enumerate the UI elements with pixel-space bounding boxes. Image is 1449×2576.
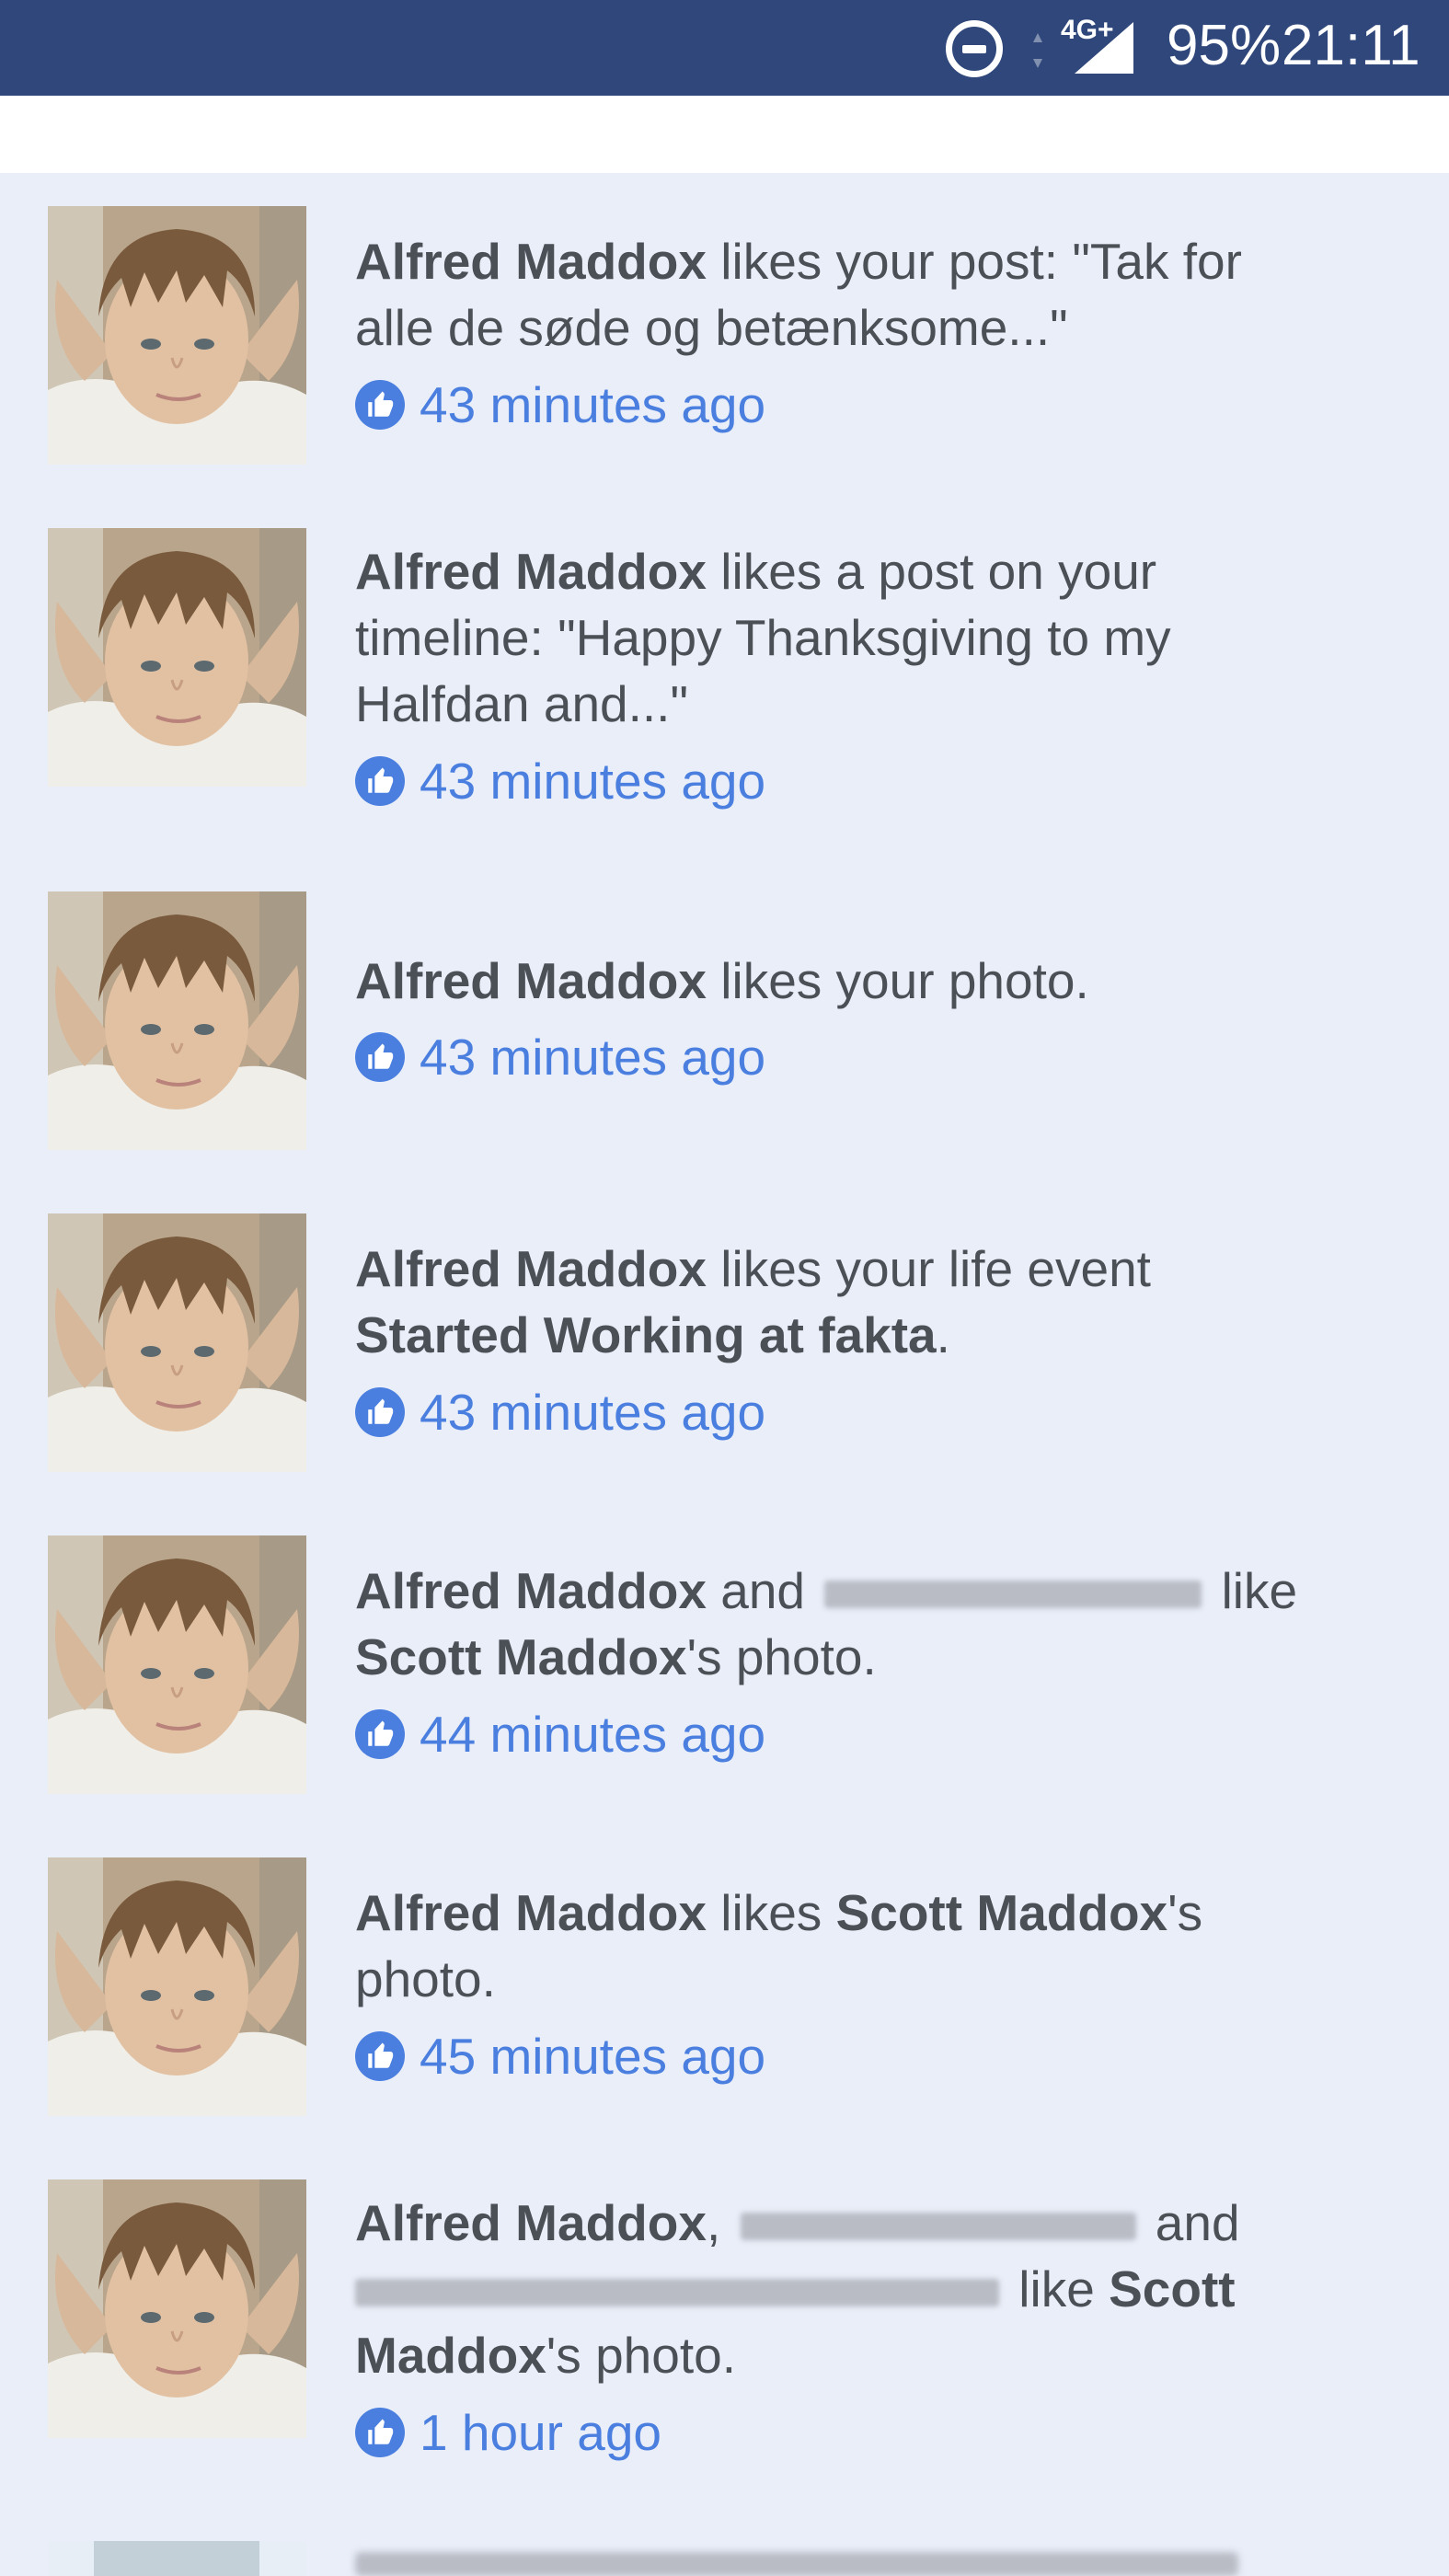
actor-name[interactable]: Alfred Maddox: [355, 1240, 707, 1297]
thumbs-up-icon: [355, 2031, 405, 2081]
signal-icon: [1075, 22, 1133, 74]
actor-name[interactable]: Alfred Maddox: [355, 233, 707, 290]
notification-time: 43 minutes ago: [355, 1379, 765, 1445]
owner-name[interactable]: Scott: [1109, 2260, 1236, 2317]
battery-level: 95%: [1167, 14, 1282, 77]
actor-name[interactable]: Alfred Maddox: [355, 2194, 707, 2251]
thumbs-up-icon: [355, 1709, 405, 1759]
owner-name[interactable]: Maddox: [355, 2327, 546, 2384]
life-event-name[interactable]: Started Working at fakta: [355, 1306, 937, 1363]
notification-text: Alfred Maddox likes your photo.: [355, 952, 1089, 1009]
notification-text: Alfred Maddox likes Scott Maddox's photo…: [355, 1884, 1203, 2007]
avatar[interactable]: [48, 1535, 306, 1794]
avatar[interactable]: [48, 206, 306, 465]
avatar[interactable]: [48, 2541, 306, 2576]
avatar[interactable]: [48, 1213, 306, 1472]
thumbs-up-icon: [355, 1387, 405, 1437]
actor-name[interactable]: Alfred Maddox: [355, 1562, 707, 1619]
data-arrows-icon: [1033, 33, 1042, 68]
avatar[interactable]: [48, 528, 306, 787]
notification-text: Alfred Maddox likes a post on your timel…: [355, 543, 1171, 732]
notification-time: 44 minutes ago: [355, 1701, 765, 1767]
notification-text: Alfred Maddox likes your post: "Tak for …: [355, 233, 1242, 356]
notification-time: 43 minutes ago: [355, 1024, 765, 1090]
avatar[interactable]: [48, 891, 306, 1150]
owner-name[interactable]: Scott Maddox: [836, 1884, 1168, 1941]
owner-name[interactable]: Scott Maddox: [355, 1628, 687, 1685]
notification-time: 43 minutes ago: [355, 748, 765, 814]
thumbs-up-icon: [355, 380, 405, 430]
avatar[interactable]: [48, 2179, 306, 2438]
notification-text: Alfred Maddox likes your life event Star…: [355, 1240, 1151, 1363]
actor-name[interactable]: Alfred Maddox: [355, 952, 707, 1009]
thumbs-up-icon: [355, 1032, 405, 1082]
actor-name[interactable]: Alfred Maddox: [355, 543, 707, 600]
blurred-name: [824, 1581, 1202, 1609]
do-not-disturb-icon: [946, 20, 1003, 77]
notification-text: Alfred Maddox and like Scott Maddox's ph…: [355, 1562, 1298, 1685]
actor-name[interactable]: Alfred Maddox: [355, 1884, 707, 1941]
notification-list: Alfred Maddox likes your post: "Tak for …: [0, 173, 1449, 2576]
notification-text: Alfred Maddox, and like Scott Maddox's p…: [355, 2194, 1240, 2384]
avatar[interactable]: [48, 1857, 306, 2116]
notification-time: 1 hour ago: [355, 2399, 661, 2466]
header-area: [0, 96, 1449, 173]
blurred-name: [355, 2279, 999, 2307]
notification-time: 43 minutes ago: [355, 372, 765, 438]
notification-text-blurred: [355, 2552, 1238, 2576]
thumbs-up-icon: [355, 2408, 405, 2457]
status-clock: 21:11: [1282, 14, 1420, 77]
notification-time: 45 minutes ago: [355, 2023, 765, 2089]
thumbs-up-icon: [355, 756, 405, 806]
status-bar: 4G+ 95% 21:11: [0, 0, 1449, 96]
blurred-name: [740, 2213, 1136, 2241]
